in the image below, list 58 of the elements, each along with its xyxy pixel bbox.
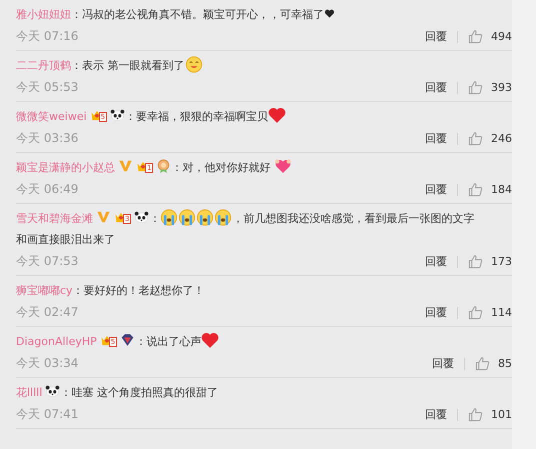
thumbs-up-icon[interactable]	[468, 182, 483, 197]
crying-face-icon	[196, 209, 214, 226]
comment-time: 今天 07:41	[16, 406, 78, 423]
crying-face-icon	[178, 209, 196, 226]
like-count: 184	[491, 183, 512, 196]
gem-badge-icon	[120, 333, 136, 347]
smiley-icon	[184, 56, 202, 73]
thumbs-up-icon[interactable]	[475, 356, 490, 371]
crying-face-icon	[214, 209, 232, 226]
thumbs-up-icon[interactable]	[468, 305, 483, 320]
like-count: 246	[491, 132, 512, 145]
like-count: 393	[491, 81, 512, 94]
like-count: 494	[491, 30, 512, 43]
comment-text: ：表示 第一眼就看到了	[71, 59, 184, 72]
panda-icon	[45, 384, 60, 398]
comment-text: ：	[149, 212, 160, 225]
reply-link[interactable]: 回覆	[425, 305, 447, 320]
medal-icon	[156, 159, 172, 173]
reply-link[interactable]: 回覆	[432, 356, 454, 371]
comment-text: ：冯叔的老公视角真不错。颖宝可开心，，可幸福了	[71, 8, 324, 21]
comment-text: ：说出了心声	[135, 335, 202, 348]
thumbs-up-icon[interactable]	[468, 131, 483, 146]
reply-link[interactable]: 回覆	[425, 80, 447, 95]
heart-icon	[324, 8, 335, 19]
crying-face-icon	[160, 209, 178, 226]
like-count: 85	[498, 357, 512, 370]
like-count: 101	[491, 408, 512, 421]
reply-link[interactable]: 回覆	[425, 182, 447, 197]
like-count: 173	[491, 255, 512, 268]
thumbs-up-icon[interactable]	[468, 80, 483, 95]
like-count: 114	[491, 306, 512, 319]
thumbs-up-icon[interactable]	[468, 254, 483, 269]
comment-text: 和画直接眼泪出来了	[16, 232, 115, 248]
heart-icon	[274, 158, 292, 175]
panda-icon	[110, 108, 126, 122]
comment-text: ：要幸福，狠狠的幸福啊宝贝	[125, 110, 268, 123]
heart-icon	[201, 332, 220, 349]
comment-time: 今天 07:16	[16, 28, 78, 45]
thumbs-up-icon[interactable]	[468, 29, 483, 44]
heart-icon	[268, 107, 286, 124]
thumbs-up-icon[interactable]	[468, 407, 483, 422]
reply-link[interactable]: 回覆	[425, 131, 447, 146]
comment-time: 今天 03:36	[16, 130, 78, 147]
reply-link[interactable]: 回覆	[425, 407, 447, 422]
comment-text: ，前几想图我还没啥感觉，看到最后一张图的文字	[232, 212, 474, 225]
comment-text: ：要好好的！老赵想你了！	[72, 284, 205, 297]
verified-v-icon	[118, 159, 133, 173]
comment-time: 今天 06:49	[16, 181, 78, 198]
comment-time: 今天 03:34	[16, 355, 78, 372]
panda-icon	[134, 210, 150, 224]
reply-link[interactable]: 回覆	[425, 29, 447, 44]
verified-v-icon	[96, 210, 111, 224]
reply-link[interactable]: 回覆	[425, 254, 447, 269]
comment-time: 今天 05:53	[16, 79, 78, 96]
comment-time: 今天 07:53	[16, 253, 78, 270]
comment-time: 今天 02:47	[16, 304, 78, 321]
comment-text: ：哇塞 这个角度拍照真的很甜了	[60, 386, 218, 399]
comment-text: ：对，他对你好就好	[171, 161, 272, 174]
